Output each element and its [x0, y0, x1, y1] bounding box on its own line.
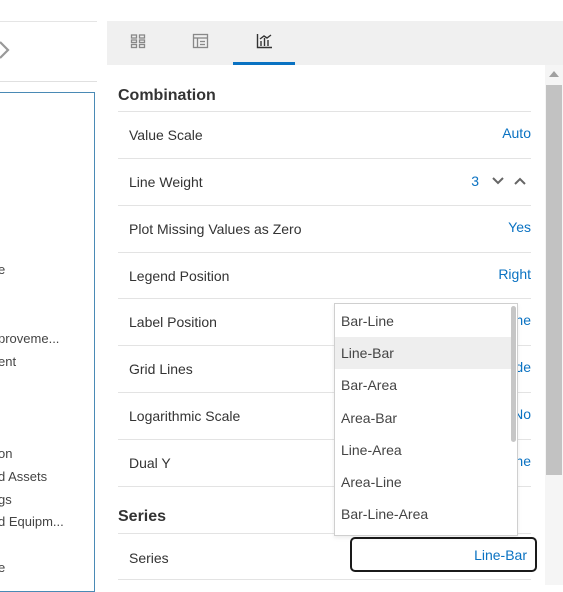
left-list-item[interactable]: proveme...: [0, 331, 59, 346]
divider: [118, 579, 531, 585]
property-label: Logarithmic Scale: [129, 408, 241, 424]
series-type-dropdown: Bar-Line Line-Bar Bar-Area Area-Bar Line…: [334, 303, 518, 536]
series-type-select[interactable]: Line-Bar: [350, 537, 537, 572]
property-label: Label Position: [129, 314, 217, 330]
left-list-item[interactable]: d Equipm...: [0, 514, 64, 529]
dropdown-option-bar-area[interactable]: Bar-Area: [335, 369, 511, 401]
layout-icon: [192, 33, 209, 54]
left-list-item[interactable]: gs: [0, 492, 12, 507]
dropdown-option-line-bar[interactable]: Line-Bar: [335, 337, 511, 369]
chart-icon: [256, 33, 273, 54]
line-weight-stepper[interactable]: 3: [471, 170, 531, 192]
section-title-series: Series: [118, 508, 167, 525]
chevron-down-icon[interactable]: [487, 170, 509, 192]
tab-bar: [107, 21, 563, 65]
property-label: Grid Lines: [129, 361, 193, 377]
dropdown-option-area-bar[interactable]: Area-Bar: [335, 402, 511, 434]
property-label: Plot Missing Values as Zero: [129, 221, 302, 237]
property-value[interactable]: Right: [498, 266, 531, 282]
property-label: Dual Y: [129, 455, 171, 471]
property-label: Line Weight: [129, 174, 203, 190]
dropdown-option-bar-line-area[interactable]: Bar-Line-Area: [335, 498, 511, 530]
property-value[interactable]: Yes: [508, 219, 531, 235]
left-panel: e proveme... ent on d Assets gs d Equipm…: [0, 0, 97, 592]
tab-chart[interactable]: [233, 21, 295, 65]
property-value[interactable]: Auto: [502, 125, 531, 141]
left-divider: [0, 81, 97, 82]
left-top-divider: [0, 21, 97, 22]
dropdown-scroll-thumb[interactable]: [511, 306, 516, 442]
section-title-combination: Combination: [118, 87, 216, 104]
series-type-value: Line-Bar: [474, 547, 527, 563]
property-label: Series: [129, 550, 169, 566]
property-row-plot-missing[interactable]: Plot Missing Values as Zero Yes: [118, 205, 531, 251]
panel-scrollbar[interactable]: [545, 65, 563, 585]
property-label: Legend Position: [129, 268, 230, 284]
chevron-up-icon[interactable]: [509, 170, 531, 192]
tab-layout[interactable]: [169, 21, 231, 65]
dropdown-option-bar-line[interactable]: Bar-Line: [335, 305, 511, 337]
left-list-item[interactable]: d Assets: [0, 469, 47, 484]
grid-icon: [130, 33, 146, 54]
scroll-thumb[interactable]: [546, 85, 562, 475]
dropdown-option-line-area[interactable]: Line-Area: [335, 434, 511, 466]
tab-grid[interactable]: [107, 21, 169, 65]
chevron-right-icon[interactable]: [0, 38, 16, 62]
property-row-value-scale[interactable]: Value Scale Auto: [118, 111, 531, 157]
line-weight-value: 3: [471, 173, 479, 189]
left-list-item[interactable]: e: [0, 560, 5, 575]
property-row-legend-position[interactable]: Legend Position Right: [118, 252, 531, 298]
left-list-item[interactable]: on: [0, 446, 12, 461]
property-label: Value Scale: [129, 127, 203, 143]
left-list-item[interactable]: ent: [0, 354, 16, 369]
property-row-line-weight: Line Weight 3: [118, 158, 531, 204]
left-list-item[interactable]: e: [0, 262, 5, 277]
scroll-up-arrow-icon[interactable]: [549, 71, 559, 77]
dropdown-option-area-line[interactable]: Area-Line: [335, 466, 511, 498]
